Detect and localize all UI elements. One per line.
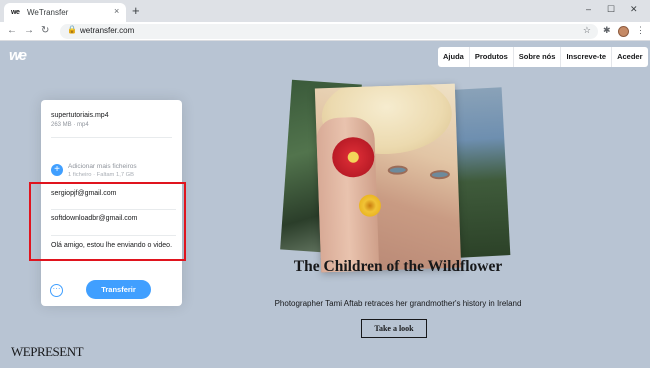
photo-eye — [429, 169, 451, 180]
lock-icon: 🔒 — [67, 25, 77, 34]
close-tab-icon[interactable]: × — [114, 6, 119, 16]
file-name: supertutoriais.mp4 — [51, 112, 109, 119]
wepresent-logo[interactable]: WEPRESENT — [11, 344, 84, 360]
browser-tabstrip: we WeTransfer × + – ☐ ✕ — [0, 0, 650, 22]
tab-title: WeTransfer — [27, 8, 69, 17]
yellow-flower — [358, 194, 382, 218]
page-content: we Ajuda Produtos Sobre nós Inscreve-te … — [0, 42, 650, 368]
reload-icon[interactable]: ↻ — [41, 25, 49, 36]
more-options-button[interactable]: ··· — [50, 284, 63, 297]
profile-avatar[interactable] — [618, 26, 629, 37]
extensions-puzzle-icon[interactable]: ✱ — [603, 25, 611, 36]
file-meta: 263 MB · mp4 — [51, 122, 89, 128]
divider — [51, 137, 172, 138]
maximize-icon[interactable]: ☐ — [607, 4, 615, 15]
bookmark-star-icon[interactable]: ☆ — [583, 25, 591, 36]
close-window-icon[interactable]: ✕ — [630, 4, 638, 15]
nav-inscreve-te[interactable]: Inscreve-te — [560, 47, 612, 67]
wetransfer-favicon-icon: we — [11, 9, 20, 16]
forward-icon[interactable]: → — [24, 25, 34, 36]
url-text[interactable]: wetransfer.com — [80, 26, 134, 35]
site-navigation: Ajuda Produtos Sobre nós Inscreve-te Ace… — [438, 47, 648, 67]
photo-eye — [387, 165, 408, 176]
nav-produtos[interactable]: Produtos — [468, 47, 513, 67]
minimize-icon[interactable]: – — [586, 4, 591, 14]
nav-aceder[interactable]: Aceder — [611, 47, 648, 67]
collage-photo-center — [314, 83, 462, 273]
transfer-button[interactable]: Transferir — [86, 280, 151, 299]
browser-menu-icon[interactable]: ⋮ — [636, 25, 645, 36]
nav-sobre-nos[interactable]: Sobre nós — [512, 47, 561, 67]
annotation-highlight-box — [29, 182, 186, 261]
add-files-icon[interactable]: + — [51, 164, 63, 176]
story-headline: The Children of the Wildflower — [293, 258, 503, 275]
story-subhead: Photographer Tami Aftab retraces her gra… — [274, 299, 522, 308]
wetransfer-logo[interactable]: we — [9, 47, 27, 64]
back-icon[interactable]: ← — [7, 25, 17, 36]
nav-ajuda[interactable]: Ajuda — [438, 47, 469, 67]
browser-tab[interactable]: we WeTransfer × — [4, 3, 126, 22]
take-a-look-button[interactable]: Take a look — [361, 319, 427, 338]
files-remaining-info: 1 ficheiro · Faltam 1,7 GB — [68, 172, 135, 178]
browser-toolbar: ← → ↻ 🔒 wetransfer.com ☆ ✱ ⋮ — [0, 22, 650, 41]
address-bar[interactable]: 🔒 wetransfer.com ☆ — [60, 24, 598, 39]
add-files-link[interactable]: Adicionar mais ficheiros — [68, 163, 137, 170]
new-tab-icon[interactable]: + — [132, 3, 140, 18]
